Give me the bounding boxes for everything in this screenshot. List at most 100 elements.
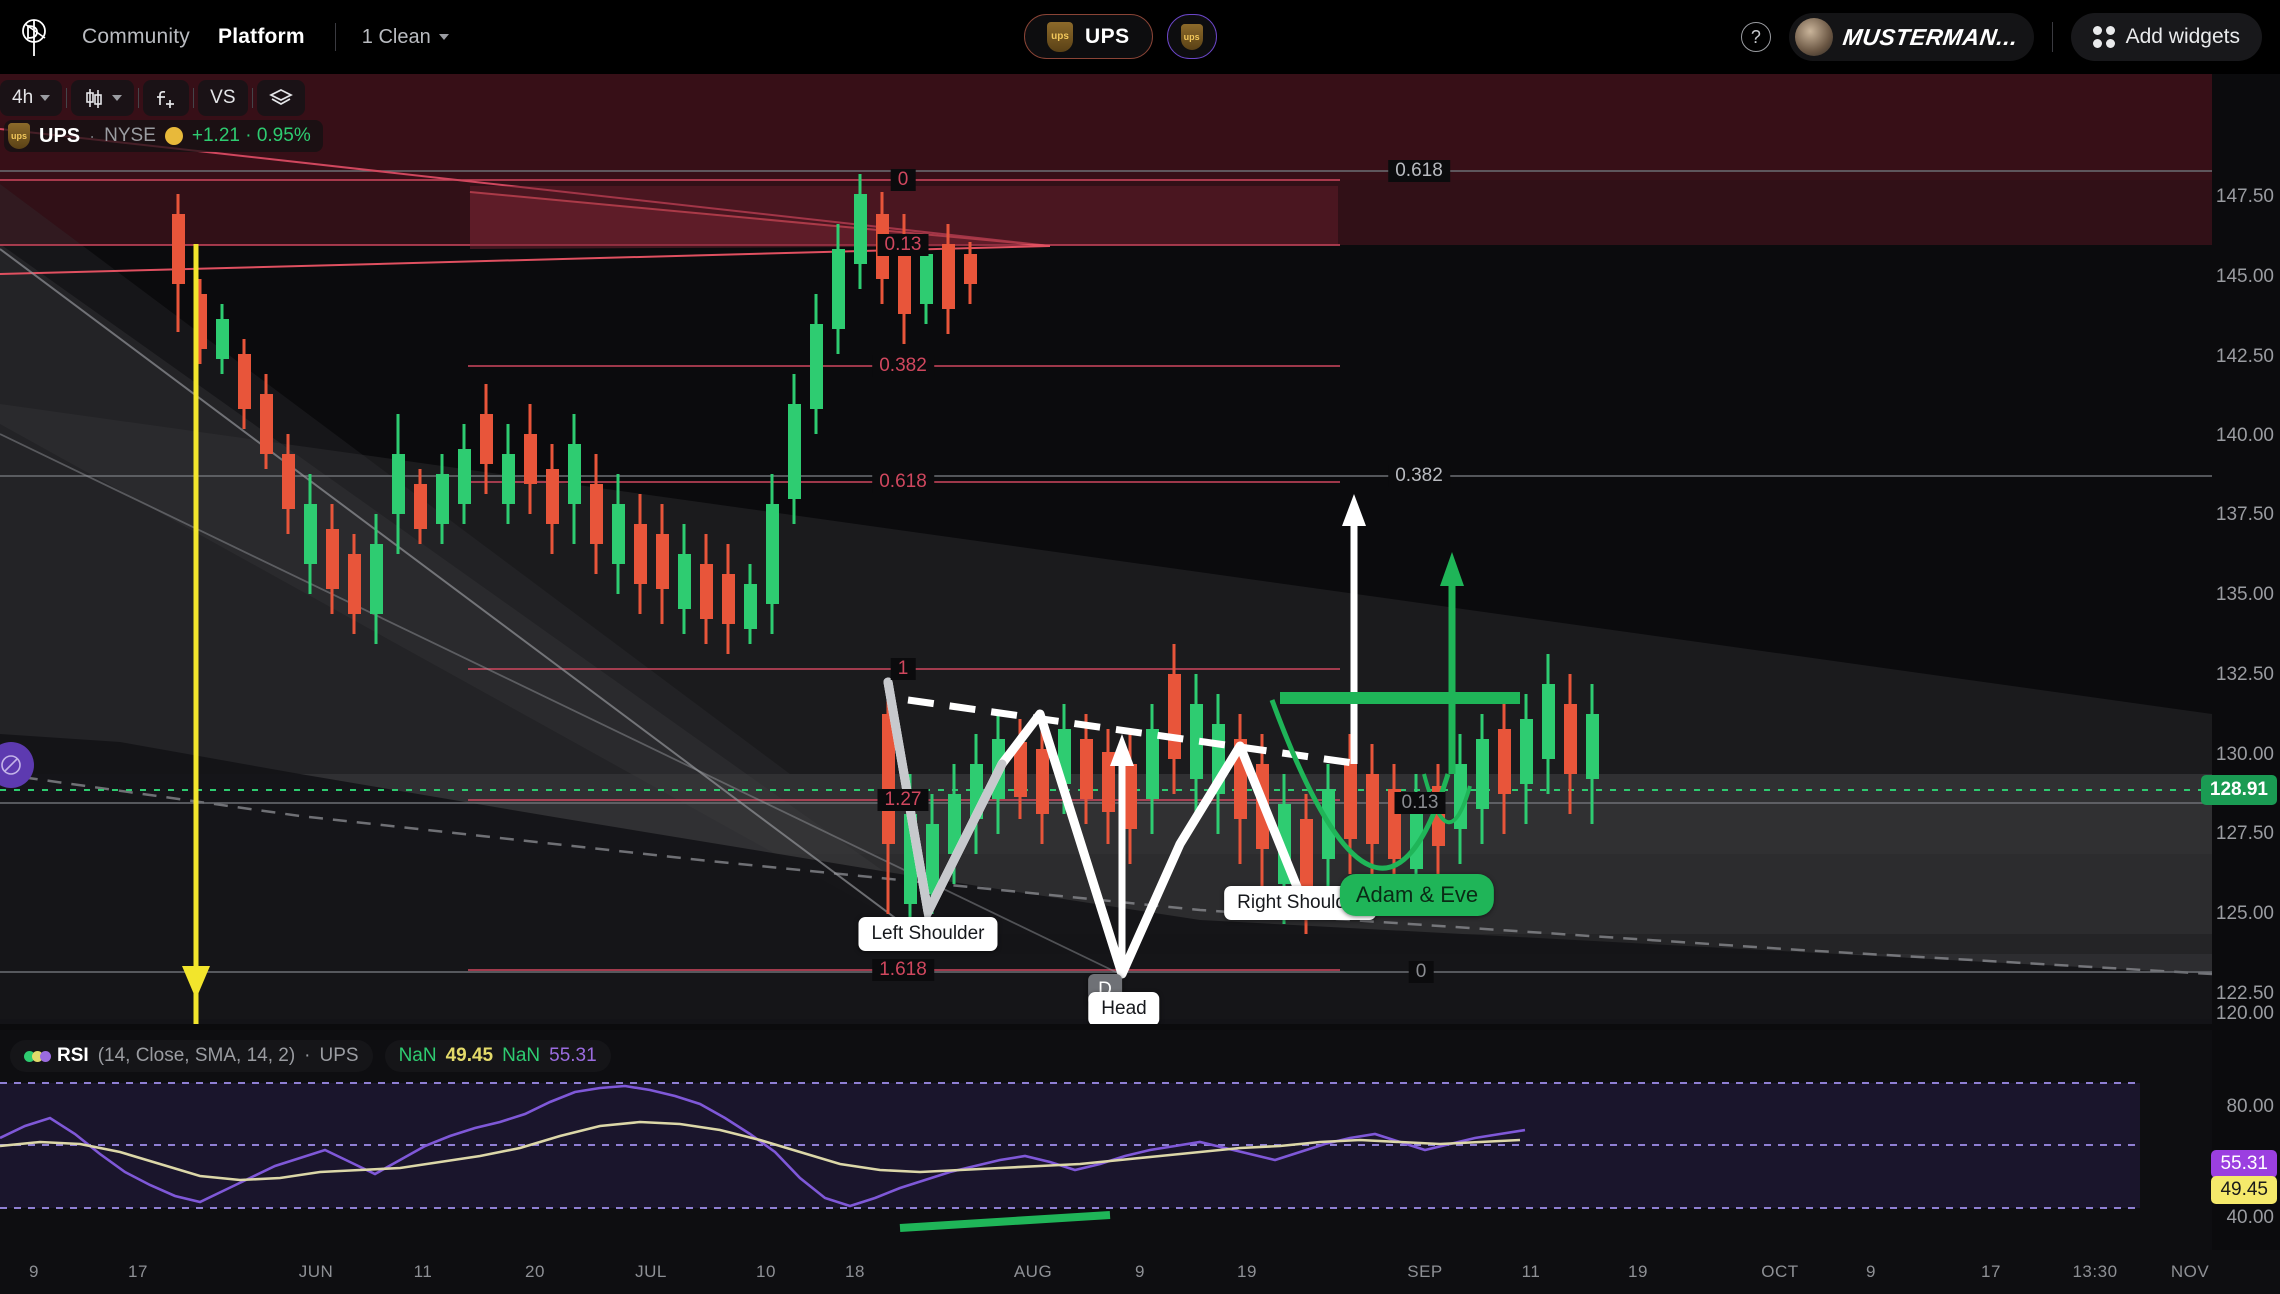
fib-grey-label-013: 0.13 [1394, 792, 1446, 814]
time-tick: JUL [635, 1262, 667, 1281]
rsi-symbol: UPS [319, 1045, 359, 1066]
time-tick: 9 [1135, 1262, 1145, 1281]
top-navigation-bar: Community Platform 1 Clean ups UPS ups ?… [0, 0, 2280, 74]
rsi-value-badge[interactable]: 49.45 [2211, 1176, 2277, 1204]
exchange-label: NYSE [104, 125, 156, 146]
symbol-label: UPS [39, 124, 81, 147]
layout-selector[interactable]: 1 Clean [362, 26, 449, 49]
chevron-down-icon [438, 34, 449, 40]
fib-label-127: 1.27 [877, 789, 929, 811]
time-tick: 19 [1628, 1262, 1648, 1281]
time-axis[interactable]: 9 17 JUN 11 20 JUL 10 18 AUG 9 19 SEP 11… [0, 1250, 2280, 1294]
price-tick: 125.00 [2215, 903, 2274, 924]
price-tick: 147.50 [2215, 186, 2274, 207]
fib-label-0: 0 [890, 169, 916, 191]
price-tick: 130.00 [2215, 744, 2274, 765]
layers-button[interactable] [256, 80, 305, 116]
fib-label-1: 1 [890, 658, 916, 680]
symbol-info-row[interactable]: ups UPS · NYSE +1.21 · 0.95% [4, 120, 323, 152]
nav-divider [334, 23, 336, 51]
nav-link-community[interactable]: Community [82, 25, 190, 49]
symbol-separator: · [89, 125, 96, 146]
user-name-label: MUSTERMAN... [1841, 23, 2020, 50]
time-tick: SEP [1407, 1262, 1443, 1281]
nav-link-platform[interactable]: Platform [218, 25, 305, 49]
rsi-value-nan-1: NaN [398, 1045, 437, 1066]
avatar [1794, 18, 1833, 56]
pine-logo-icon[interactable] [14, 16, 54, 58]
ups-logo-icon-chart: ups [8, 123, 30, 149]
rsi-legend: RSI (14, Close, SMA, 14, 2) · UPS NaN 49… [10, 1040, 611, 1072]
layout-selector-label: 1 Clean [361, 25, 431, 48]
help-icon[interactable]: ? [1740, 22, 1771, 52]
fib-grey-label-0: 0 [1408, 961, 1434, 983]
price-tick: 135.00 [2215, 584, 2274, 605]
time-tick: 10 [756, 1262, 776, 1281]
rsi-value-nan-2: NaN [502, 1045, 541, 1066]
time-tick: 17 [1981, 1262, 2001, 1281]
fib-label-0618: 0.618 [872, 471, 934, 493]
price-tick: 127.50 [2215, 823, 2274, 844]
toolbar-divider [193, 88, 195, 108]
compare-button[interactable]: VS [198, 80, 248, 116]
chevron-down-icon [40, 95, 51, 101]
time-tick: 17 [128, 1262, 148, 1281]
rsi-name: RSI [57, 1045, 89, 1066]
toolbar-divider [251, 88, 253, 108]
time-tick: 11 [413, 1262, 433, 1281]
rsi-value-main: 49.45 [445, 1045, 494, 1066]
ups-logo-icon: ups [1047, 21, 1073, 52]
price-tick: 142.50 [2215, 346, 2274, 367]
price-tick: 122.50 [2215, 983, 2274, 1004]
price-chart-pane[interactable]: 0 0.13 0.382 0.618 1 1.27 1.618 0.618 0.… [0, 74, 2212, 1024]
price-tick: 132.50 [2215, 664, 2274, 685]
grid-plus-icon [2092, 26, 2115, 48]
rsi-dots-icon [24, 1050, 51, 1062]
add-widgets-button[interactable]: Add widgets [2070, 13, 2262, 61]
interval-label: 4h [12, 87, 34, 108]
user-profile-chip[interactable]: MUSTERMAN... [1788, 13, 2034, 61]
rsi-axis[interactable]: 80.00 55.31 49.45 40.00 [2211, 1030, 2280, 1250]
price-tick: 140.00 [2215, 425, 2274, 446]
fx-plus-icon [155, 87, 177, 109]
interval-selector[interactable]: 4h [0, 80, 63, 116]
price-tick: 145.00 [2215, 266, 2274, 287]
ups-logo-icon-secondary: ups [1180, 23, 1203, 50]
moon-icon [164, 127, 183, 145]
fib-label-1618: 1.618 [872, 959, 934, 981]
candlestick-icon [83, 87, 105, 109]
annotation-adam-and-eve[interactable]: Adam & Eve [1339, 874, 1495, 916]
time-tick: 11 [1521, 1262, 1541, 1281]
price-axis[interactable]: 147.50 145.00 142.50 140.00 137.50 135.0… [2200, 74, 2280, 1024]
toolbar-divider [138, 88, 140, 108]
price-tick: 137.50 [2215, 504, 2274, 525]
time-tick: NOV [2170, 1262, 2210, 1281]
time-tick: 13:30 [2072, 1262, 2118, 1281]
last-price-badge[interactable]: 128.91 [2200, 775, 2277, 805]
time-tick: 20 [525, 1262, 545, 1281]
rsi-tick-40: 40.00 [2226, 1207, 2274, 1228]
chart-toolbar: 4h VS [0, 80, 305, 116]
rsi-separator: · [304, 1045, 311, 1066]
fib-grey-label-0382: 0.382 [1388, 465, 1450, 487]
ticker-pill-ups[interactable]: ups UPS [1024, 14, 1153, 59]
rsi-sma-badge[interactable]: 55.31 [2211, 1150, 2277, 1178]
rsi-indicator-chip[interactable]: RSI (14, Close, SMA, 14, 2) · UPS [10, 1040, 373, 1072]
layers-icon [268, 87, 293, 109]
time-tick: 9 [1866, 1262, 1876, 1281]
chevron-down-icon [112, 95, 123, 101]
fib-grey-label-0618: 0.618 [1388, 160, 1450, 182]
rsi-value-sma: 55.31 [549, 1045, 597, 1066]
rsi-params: (14, Close, SMA, 14, 2) [97, 1045, 296, 1066]
chart-type-selector[interactable] [71, 80, 135, 116]
fib-label-013: 0.13 [877, 234, 929, 256]
ticker-pill-group: ups UPS ups [1024, 14, 1217, 59]
time-tick: 19 [1237, 1262, 1257, 1281]
time-tick: 9 [29, 1262, 39, 1281]
rsi-values-chip: NaN 49.45 NaN 55.31 [384, 1040, 611, 1072]
ticker-pill-secondary[interactable]: ups [1166, 14, 1217, 59]
annotation-left-shoulder[interactable]: Left Shoulder [858, 917, 998, 951]
price-chart-canvas [0, 74, 2212, 1024]
add-indicator-button[interactable] [143, 80, 190, 116]
annotation-head[interactable]: Head [1088, 992, 1160, 1024]
